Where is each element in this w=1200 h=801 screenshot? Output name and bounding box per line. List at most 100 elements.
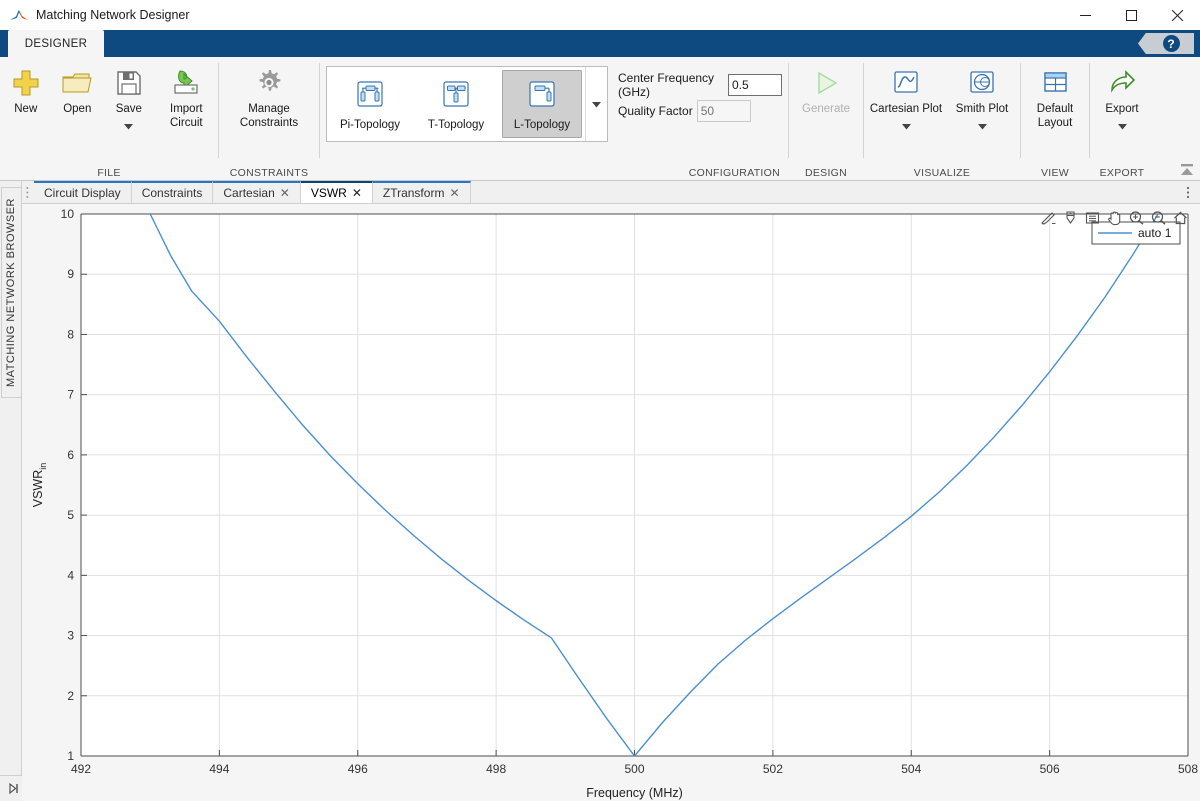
svg-text:508: 508 (1178, 762, 1198, 776)
more-options-icon[interactable] (1180, 181, 1196, 204)
window-controls (1062, 0, 1200, 30)
app-window: Matching Network Designer DESIGNER ? New… (0, 0, 1200, 801)
group-label-export: EXPORT (1099, 166, 1145, 179)
svg-text:auto 1: auto 1 (1138, 226, 1172, 240)
document-area: Circuit Display Constraints Cartesian ✕ … (22, 181, 1200, 801)
close-icon[interactable]: ✕ (280, 187, 290, 199)
save-button[interactable]: Save (103, 62, 155, 136)
data-tip-icon[interactable] (1061, 208, 1080, 227)
main-area: MATCHING NETWORK BROWSER Circuit Display… (0, 181, 1200, 801)
maximize-button[interactable] (1108, 0, 1154, 30)
chevron-down-icon[interactable] (977, 117, 987, 135)
t-topology-item[interactable]: T-Topology (416, 70, 496, 138)
vswr-chart[interactable]: 492 494 496 498 500 502 504 506 508 1 2 3 4 5 6 7 8 9 10 F… (22, 204, 1200, 801)
svg-text:504: 504 (901, 762, 921, 776)
export-label: Export (1105, 103, 1139, 115)
tab-cartesian[interactable]: Cartesian ✕ (213, 181, 301, 203)
import-circuit-label: Import Circuit (170, 103, 203, 129)
generate-button[interactable]: Generate (794, 62, 858, 136)
window-title: Matching Network Designer (36, 8, 190, 22)
tab-constraints[interactable]: Constraints (131, 181, 214, 203)
close-icon[interactable]: ✕ (352, 187, 362, 199)
default-layout-button[interactable]: Default Layout (1025, 62, 1085, 136)
brush-icon[interactable] (1039, 208, 1058, 227)
zoom-in-icon[interactable] (1127, 208, 1146, 227)
export-arrow-icon (1107, 66, 1137, 100)
cartesian-plot-label: Cartesian Plot (869, 103, 943, 115)
close-button[interactable] (1154, 0, 1200, 30)
center-frequency-input[interactable] (728, 74, 782, 96)
chevron-down-icon[interactable] (124, 117, 134, 135)
tab-circuit-display[interactable]: Circuit Display (34, 181, 132, 203)
new-label: New (14, 103, 38, 115)
browser-panel-rail: MATCHING NETWORK BROWSER (0, 181, 22, 775)
tab-designer[interactable]: DESIGNER (8, 30, 104, 57)
tab-label: Circuit Display (44, 186, 121, 200)
tab-vswr[interactable]: VSWR ✕ (300, 181, 373, 203)
ribbon-toolbar: New Open Save Import Circuit FILE Manage… (0, 57, 1200, 181)
import-circuit-icon (170, 66, 202, 100)
collapse-ribbon-icon[interactable] (1178, 162, 1196, 178)
ribbon-group-configuration: Pi-Topology T-Topology L-Topology Center… (320, 57, 788, 181)
drag-grip-icon[interactable] (22, 181, 34, 203)
center-frequency-label: Center Frequency (GHz) (618, 71, 715, 99)
document-tab-bar: Circuit Display Constraints Cartesian ✕ … (22, 181, 1200, 204)
pi-topology-item[interactable]: Pi-Topology (330, 70, 410, 138)
legend-icon[interactable] (1083, 208, 1102, 227)
center-frequency-row: Center Frequency (GHz) (618, 71, 782, 99)
quality-factor-input[interactable] (696, 100, 751, 122)
svg-text:506: 506 (1040, 762, 1060, 776)
new-button[interactable]: New (0, 62, 52, 136)
group-label-configuration: CONFIGURATION (688, 166, 780, 179)
play-triangle-icon (811, 66, 841, 100)
minimize-button[interactable] (1062, 0, 1108, 30)
ribbon-tab-strip: DESIGNER ? (0, 30, 1200, 57)
tab-label: Constraints (141, 186, 203, 200)
group-label-file: FILE (97, 166, 121, 179)
open-button[interactable]: Open (52, 62, 104, 136)
svg-text:6: 6 (67, 448, 74, 462)
smith-plot-label: Smith Plot (955, 103, 1009, 115)
l-topology-item[interactable]: L-Topology (502, 70, 582, 138)
tab-bar-filler (471, 181, 1200, 203)
default-layout-label: Default Layout (1036, 103, 1074, 129)
l-topology-label: L-Topology (513, 119, 571, 131)
manage-constraints-label: Manage Constraints (239, 103, 299, 129)
folder-icon (61, 66, 93, 100)
svg-text:Frequency (MHz): Frequency (MHz) (586, 786, 683, 800)
cartesian-plot-button[interactable]: Cartesian Plot (866, 62, 946, 136)
svg-text:502: 502 (763, 762, 783, 776)
configuration-fields: Center Frequency (GHz) Quality Factor (608, 62, 788, 122)
generate-label: Generate (802, 103, 850, 115)
pan-hand-icon[interactable] (1105, 208, 1124, 227)
save-label: Save (115, 103, 142, 115)
matlab-icon (8, 6, 30, 24)
ribbon-group-constraints: Manage Constraints CONSTRAINTS (219, 57, 319, 181)
ribbon-group-file: New Open Save Import Circuit FILE (0, 57, 218, 181)
svg-text:7: 7 (67, 388, 74, 402)
cartesian-plot-icon (891, 66, 921, 100)
chevron-down-icon[interactable] (901, 117, 911, 135)
plus-icon (11, 66, 41, 100)
zoom-out-icon[interactable] (1149, 208, 1168, 227)
chevron-down-icon[interactable] (1117, 117, 1127, 135)
svg-text:10: 10 (61, 207, 75, 221)
svg-text:500: 500 (624, 762, 644, 776)
tab-label: VSWR (310, 186, 347, 200)
browser-panel-tab[interactable]: MATCHING NETWORK BROWSER (0, 187, 21, 399)
gallery-more-button[interactable] (585, 67, 607, 141)
close-icon[interactable]: ✕ (449, 187, 459, 199)
tab-ztransform[interactable]: ZTransform ✕ (372, 181, 471, 203)
topology-gallery: Pi-Topology T-Topology L-Topology (326, 66, 608, 142)
import-circuit-button[interactable]: Import Circuit (155, 62, 218, 136)
export-button[interactable]: Export (1094, 62, 1150, 136)
plot-toolbar (1039, 208, 1190, 227)
vswr-plot-panel: 492 494 496 498 500 502 504 506 508 1 2 3 4 5 6 7 8 9 10 F… (22, 204, 1200, 801)
l-topology-icon (525, 77, 559, 116)
manage-constraints-button[interactable]: Manage Constraints (225, 62, 313, 136)
help-button[interactable]: ? (1138, 33, 1194, 54)
home-icon[interactable] (1171, 208, 1190, 227)
smith-plot-button[interactable]: Smith Plot (946, 62, 1018, 136)
t-topology-label: T-Topology (427, 119, 485, 131)
svg-text:8: 8 (67, 327, 74, 341)
